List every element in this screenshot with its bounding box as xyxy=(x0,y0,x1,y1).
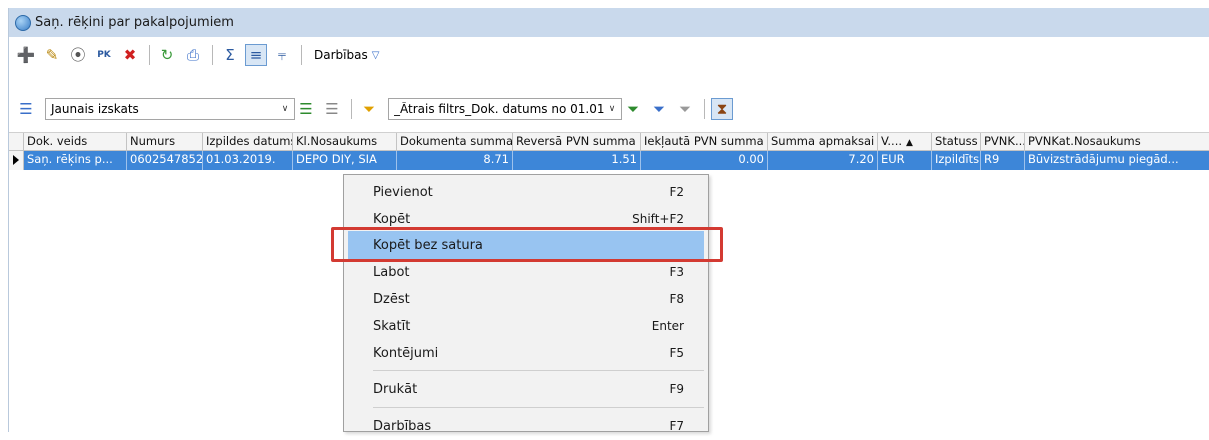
col-header-summa-apmaksai[interactable]: Summa apmaksai xyxy=(768,133,878,150)
menu-item-pievienot[interactable]: Pievienot F2 xyxy=(348,178,704,206)
menu-item-shortcut: Shift+F2 xyxy=(632,212,684,226)
edit-icon[interactable]: ✎ xyxy=(41,44,63,66)
window-titlebar: Saņ. rēķini par pakalpojumiem xyxy=(9,8,1209,37)
grid-header: Dok. veids Numurs Izpildes datums Kl.Nos… xyxy=(9,132,1209,151)
cell-statuss[interactable]: Izpildīts xyxy=(932,151,981,170)
col-header-pvnk[interactable]: PVNK... xyxy=(981,133,1025,150)
menu-item-label: Kopēt xyxy=(373,211,411,227)
cell-ieklauta-pvn-summa[interactable]: 0.00 xyxy=(641,151,768,170)
toolbar-separator xyxy=(212,45,213,65)
print-icon[interactable]: ⎙ xyxy=(182,44,204,66)
cell-dok-veids[interactable]: Saņ. rēķins p... xyxy=(24,151,127,170)
pk-icon[interactable]: PK xyxy=(93,44,115,66)
sum-icon[interactable]: Σ xyxy=(219,44,241,66)
filter-icon[interactable]: ⏷ xyxy=(358,98,380,120)
col-header-statuss[interactable]: Statuss xyxy=(932,133,981,150)
filter-select[interactable]: _Ātrais filtrs_Dok. datums no 01.01. ∨ xyxy=(388,98,622,120)
window-title: Saņ. rēķini par pakalpojumiem xyxy=(35,15,234,30)
cell-pvnk[interactable]: R9 xyxy=(981,151,1025,170)
context-menu: Pievienot F2 Kopēt Shift+F2 Kopēt bez sa… xyxy=(343,174,709,434)
menu-item-shortcut: F9 xyxy=(669,382,684,396)
chevron-down-icon: ▽ xyxy=(371,49,380,61)
delete-icon[interactable]: ✖ xyxy=(119,44,141,66)
view-settings-icon[interactable]: ☰ xyxy=(15,98,37,120)
menu-item-kontejumi[interactable]: Kontējumi F5 xyxy=(348,339,704,367)
actions-label: Darbības xyxy=(314,48,368,62)
refresh-icon[interactable]: ↻ xyxy=(156,44,178,66)
documents-grid: Dok. veids Numurs Izpildes datums Kl.Nos… xyxy=(9,132,1209,170)
cell-numurs[interactable]: 0602547852 xyxy=(127,151,203,170)
sort-ascending-icon: ▲ xyxy=(906,138,913,148)
col-header-dokumenta-summa[interactable]: Dokumenta summa xyxy=(397,133,513,150)
view-list-icon[interactable]: ☰ xyxy=(321,98,343,120)
hourglass-icon[interactable]: ⧗ xyxy=(711,98,733,120)
toolbar-separator xyxy=(301,45,302,65)
add-icon[interactable]: ➕ xyxy=(15,44,37,66)
menu-item-shortcut: F7 xyxy=(669,419,684,433)
clear-filter-icon[interactable]: ⏷ xyxy=(674,98,696,120)
actions-menu-button[interactable]: Darbības ▽ xyxy=(314,48,379,62)
cell-summa-apmaksai[interactable]: 7.20 xyxy=(768,151,878,170)
menu-item-label: Pievienot xyxy=(373,184,433,200)
menu-item-labot[interactable]: Labot F3 xyxy=(348,258,704,286)
toolbar-separator xyxy=(351,99,352,119)
filter-select-value: _Ātrais filtrs_Dok. datums no 01.01. xyxy=(394,102,604,116)
cell-dokumenta-summa[interactable]: 8.71 xyxy=(397,151,513,170)
toolbar-separator xyxy=(149,45,150,65)
tree-icon[interactable]: ⫧ xyxy=(271,44,293,66)
toolbar-separator xyxy=(704,99,705,119)
menu-item-shortcut: F3 xyxy=(669,265,684,279)
col-header-dok-veids[interactable]: Dok. veids xyxy=(24,133,127,150)
view-select-value: Jaunais izskats xyxy=(51,102,139,116)
app-globe-icon xyxy=(15,14,31,31)
current-row-arrow-icon xyxy=(13,155,19,165)
save-view-icon[interactable]: ☰ xyxy=(295,98,317,120)
menu-item-label: Labot xyxy=(373,264,410,280)
col-header-kl-nosaukums[interactable]: Kl.Nosaukums xyxy=(293,133,397,150)
menu-item-dzest[interactable]: Dzēst F8 xyxy=(348,285,704,313)
menu-separator xyxy=(373,370,704,371)
menu-item-label: Drukāt xyxy=(373,381,418,397)
menu-item-shortcut: F2 xyxy=(669,185,684,199)
menu-item-shortcut: Enter xyxy=(651,319,684,333)
cell-izpildes-datums[interactable]: 01.03.2019. xyxy=(203,151,293,170)
menu-item-shortcut: F8 xyxy=(669,292,684,306)
view-select[interactable]: Jaunais izskats ∨ xyxy=(45,98,295,120)
menu-item-label: Dzēst xyxy=(373,291,410,307)
menu-item-label: Darbības xyxy=(373,418,432,434)
filter-settings-icon[interactable]: ⏷ xyxy=(648,98,670,120)
menu-item-skatit[interactable]: Skatīt Enter xyxy=(348,312,704,340)
view-toolbar: ☰ Jaunais izskats ∨ ☰ ☰ ⏷ _Ātrais filtrs… xyxy=(9,96,1209,122)
cell-kl-nosaukums[interactable]: DEPO DIY, SIA xyxy=(293,151,397,170)
col-header-numurs[interactable]: Numurs xyxy=(127,133,203,150)
columns-icon[interactable]: ≡ xyxy=(245,44,267,66)
menu-item-drukat[interactable]: Drukāt F9 xyxy=(348,375,704,403)
binoculars-icon[interactable]: ⦿ xyxy=(67,44,89,66)
menu-item-label: Skatīt xyxy=(373,318,411,334)
col-header-izpildes-datums[interactable]: Izpildes datums xyxy=(203,133,293,150)
menu-separator xyxy=(373,407,704,408)
annotation-highlight-box xyxy=(331,227,723,262)
menu-item-label: Kontējumi xyxy=(373,345,439,361)
col-header-reversa-pvn-summa[interactable]: Reversā PVN summa xyxy=(513,133,641,150)
chevron-down-icon[interactable]: ∨ xyxy=(605,102,619,116)
row-indicator xyxy=(9,151,24,170)
cell-valuta[interactable]: EUR xyxy=(878,151,932,170)
col-header-valuta[interactable]: V.... ▲ xyxy=(878,133,932,150)
col-header-ieklauta-pvn-summa[interactable]: Iekļautā PVN summa xyxy=(641,133,768,150)
main-toolbar: ➕ ✎ ⦿ PK ✖ ↻ ⎙ Σ ≡ ⫧ Darbības ▽ xyxy=(9,42,1209,68)
menu-item-shortcut: F5 xyxy=(669,346,684,360)
menu-item-darbibas[interactable]: Darbības F7 xyxy=(348,412,704,440)
row-indicator-header xyxy=(9,133,24,150)
col-header-valuta-label: V.... xyxy=(881,134,903,148)
chevron-down-icon[interactable]: ∨ xyxy=(278,102,292,116)
table-row[interactable]: Saņ. rēķins p... 0602547852 01.03.2019. … xyxy=(9,151,1209,170)
add-filter-icon[interactable]: ⏷ xyxy=(622,98,644,120)
cell-reversa-pvn-summa[interactable]: 1.51 xyxy=(513,151,641,170)
col-header-pvnkat-nosaukums[interactable]: PVNKat.Nosaukums xyxy=(1025,133,1209,150)
cell-pvnkat-nosaukums[interactable]: Būvizstrādājumu piegād... xyxy=(1025,151,1209,170)
